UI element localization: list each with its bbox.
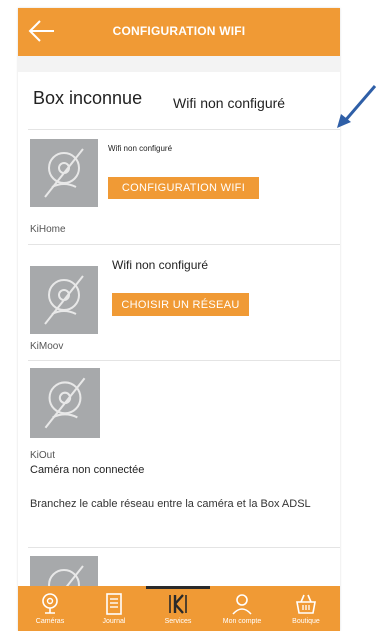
box-title: Box inconnue [33, 88, 143, 108]
nav-label: Mon compte [222, 618, 262, 625]
divider [28, 547, 340, 548]
journal-icon [106, 593, 122, 615]
device-status: Wifi non configuré [112, 258, 209, 272]
device-thumbnail [30, 266, 98, 334]
nav-mon-compte[interactable]: Mon compte [210, 586, 274, 631]
annotation-arrow-icon [337, 85, 377, 128]
device-name: KiHome [30, 224, 66, 235]
k-logo-icon [169, 594, 187, 614]
top-bar: CONFIGURATION WIFI [18, 8, 340, 56]
device-thumbnail [30, 368, 100, 438]
box-header: Box inconnue Wifi non configuré [18, 88, 340, 130]
device-name: KiOut [30, 450, 56, 461]
connection-instruction: Branchez le cable réseau entre la caméra… [30, 498, 311, 510]
box-wifi-status: Wifi non configuré [173, 95, 286, 111]
device-kihome: Wifi non configuré CONFIGURATION WIFI Ki… [18, 139, 340, 244]
nav-cameras[interactable]: Caméras [18, 586, 82, 631]
page-title: CONFIGURATION WIFI [112, 24, 246, 38]
basket-icon [296, 594, 316, 614]
nav-boutique[interactable]: Boutique [274, 586, 338, 631]
user-icon [232, 594, 252, 615]
divider [28, 129, 340, 130]
device-name: KiMoov [30, 341, 64, 352]
divider [28, 244, 340, 245]
camera-disconnected-icon [44, 148, 84, 198]
bottom-navigation: Caméras Journal Services Mon compte Bout… [18, 586, 340, 631]
camera-disconnected-icon [44, 275, 84, 325]
device-thumbnail [30, 139, 98, 207]
nav-label: Journal [102, 618, 126, 625]
camera-icon [42, 593, 58, 614]
device-status: Caméra non connectée [30, 464, 145, 476]
phone-screen: CONFIGURATION WIFI Box inconnue Wifi non… [18, 8, 340, 631]
sub-header-strip [18, 56, 340, 72]
camera-disconnected-icon [44, 377, 86, 429]
device-kiout: KiOut Caméra non connectée Branchez le c… [18, 368, 340, 543]
nav-label: Boutique [292, 618, 320, 625]
device-status: Wifi non configuré [108, 144, 173, 153]
active-tab-indicator [146, 586, 210, 589]
configuration-wifi-button[interactable]: CONFIGURATION WIFI [108, 177, 259, 199]
nav-services[interactable]: Services [146, 586, 210, 631]
divider [28, 360, 340, 361]
device-kimoov: Wifi non configuré CHOISIR UN RÉSEAU KiM… [18, 256, 340, 361]
nav-journal[interactable]: Journal [82, 586, 146, 631]
choisir-un-reseau-button[interactable]: CHOISIR UN RÉSEAU [112, 293, 249, 316]
nav-label: Caméras [35, 618, 65, 625]
nav-label: Services [164, 618, 192, 625]
